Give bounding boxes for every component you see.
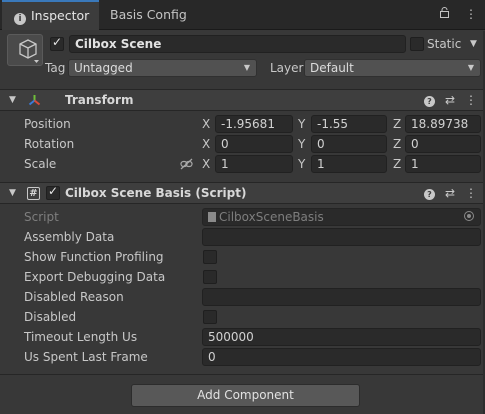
disabled-label: Disabled (24, 310, 77, 324)
static-checkbox[interactable] (410, 37, 424, 51)
position-y-field[interactable]: -1.55 (311, 115, 387, 133)
chevron-down-icon: ▼ (243, 63, 250, 72)
tab-inspector[interactable]: i Inspector (2, 0, 99, 30)
tab-bar: i Inspector Basis Config ⋮ (0, 0, 485, 30)
tab-basis-config[interactable]: Basis Config (110, 0, 187, 30)
rotation-z-field[interactable]: 0 (405, 135, 481, 153)
position-x-field[interactable]: -1.95681 (215, 115, 293, 133)
info-icon: i (14, 13, 26, 25)
scale-x-axis-label[interactable]: X (202, 155, 210, 173)
script-enabled-checkbox[interactable] (46, 184, 60, 200)
rotation-x-axis-label[interactable]: X (202, 135, 210, 153)
help-icon[interactable]: ? (423, 189, 435, 200)
script-object-field[interactable]: CilboxSceneBasis (202, 208, 481, 226)
us-spent-last-frame-field[interactable]: 0 (202, 348, 481, 366)
transform-icon (28, 95, 41, 106)
scale-y-field[interactable]: 1 (311, 155, 387, 173)
scale-y-axis-label[interactable]: Y (298, 155, 305, 173)
show-function-profiling-checkbox[interactable] (203, 250, 217, 264)
csharp-script-icon: # (27, 187, 40, 200)
layer-dropdown[interactable]: Default ▼ (304, 59, 481, 77)
position-label: Position (24, 117, 71, 131)
scale-x-field[interactable]: 1 (215, 155, 293, 173)
layer-dropdown-value: Default (310, 61, 354, 75)
assembly-data-field[interactable] (202, 228, 481, 246)
add-component-button[interactable]: Add Component (131, 384, 360, 407)
divider (0, 374, 485, 375)
chevron-down-icon: ▼ (467, 63, 474, 72)
rotation-y-axis-label[interactable]: Y (298, 135, 305, 153)
disabled-checkbox[interactable] (203, 310, 217, 324)
disabled-reason-field[interactable] (202, 288, 481, 306)
rotation-label: Rotation (24, 137, 75, 151)
scale-label: Scale (24, 157, 57, 171)
script-object-value: CilboxSceneBasis (219, 210, 324, 224)
export-debugging-data-label: Export Debugging Data (24, 270, 166, 284)
script-label: Script (24, 210, 59, 224)
position-z-field[interactable]: 18.89738 (405, 115, 481, 133)
context-menu-icon[interactable]: ⋮ (465, 93, 477, 107)
static-label: Static (427, 37, 462, 51)
scale-z-axis-label[interactable]: Z (393, 155, 401, 173)
tab-inspector-label: Inspector (31, 8, 90, 23)
show-function-profiling-label: Show Function Profiling (24, 250, 164, 264)
constrain-proportions-icon[interactable] (180, 158, 193, 170)
transform-header[interactable]: ▼ Transform ? ⇄ ⋮ (0, 89, 485, 111)
help-icon[interactable]: ? (423, 96, 435, 107)
script-component-title: Cilbox Scene Basis (Script) (65, 186, 247, 200)
tag-label: Tag (45, 61, 66, 75)
more-menu-icon[interactable]: ⋮ (465, 7, 477, 21)
position-y-axis-label[interactable]: Y (298, 115, 305, 133)
tab-bar-icons: ⋮ (428, 7, 477, 21)
tab-basis-config-label: Basis Config (110, 7, 187, 22)
presets-icon[interactable]: ⇄ (445, 93, 455, 107)
foldout-arrow-icon[interactable]: ▼ (9, 188, 16, 198)
position-z-axis-label[interactable]: Z (393, 115, 401, 133)
tag-dropdown-value: Untagged (74, 61, 133, 75)
tag-dropdown[interactable]: Untagged ▼ (68, 59, 257, 77)
context-menu-icon[interactable]: ⋮ (465, 186, 477, 200)
layer-label: Layer (270, 61, 304, 75)
script-file-icon (208, 212, 216, 222)
rotation-y-field[interactable]: 0 (311, 135, 387, 153)
position-x-axis-label[interactable]: X (202, 115, 210, 133)
script-component-header[interactable]: ▼ # Cilbox Scene Basis (Script) ? ⇄ ⋮ (0, 182, 485, 204)
transform-header-icons: ? ⇄ ⋮ (414, 93, 477, 107)
gameobject-active-checkbox[interactable] (50, 35, 64, 51)
rotation-x-field[interactable]: 0 (215, 135, 293, 153)
timeout-length-us-field[interactable]: 500000 (202, 328, 481, 346)
scale-z-field[interactable]: 1 (405, 155, 481, 173)
lock-icon[interactable] (440, 7, 453, 21)
foldout-arrow-icon[interactable]: ▼ (9, 95, 16, 105)
timeout-length-us-label: Timeout Length Us (24, 330, 138, 344)
us-spent-last-frame-label: Us Spent Last Frame (24, 350, 148, 364)
presets-icon[interactable]: ⇄ (445, 186, 455, 200)
gameobject-icon-button[interactable] (7, 34, 43, 66)
gameobject-name-field[interactable]: Cilbox Scene (69, 35, 406, 53)
assembly-data-label: Assembly Data (24, 230, 115, 244)
cube-icon (19, 39, 39, 63)
rotation-z-axis-label[interactable]: Z (393, 135, 401, 153)
static-dropdown-arrow-icon[interactable]: ▼ (470, 35, 477, 53)
script-header-icons: ? ⇄ ⋮ (414, 186, 477, 200)
disabled-reason-label: Disabled Reason (24, 290, 124, 304)
object-picker-icon[interactable] (464, 211, 474, 221)
export-debugging-data-checkbox[interactable] (203, 270, 217, 284)
transform-title: Transform (65, 93, 134, 107)
